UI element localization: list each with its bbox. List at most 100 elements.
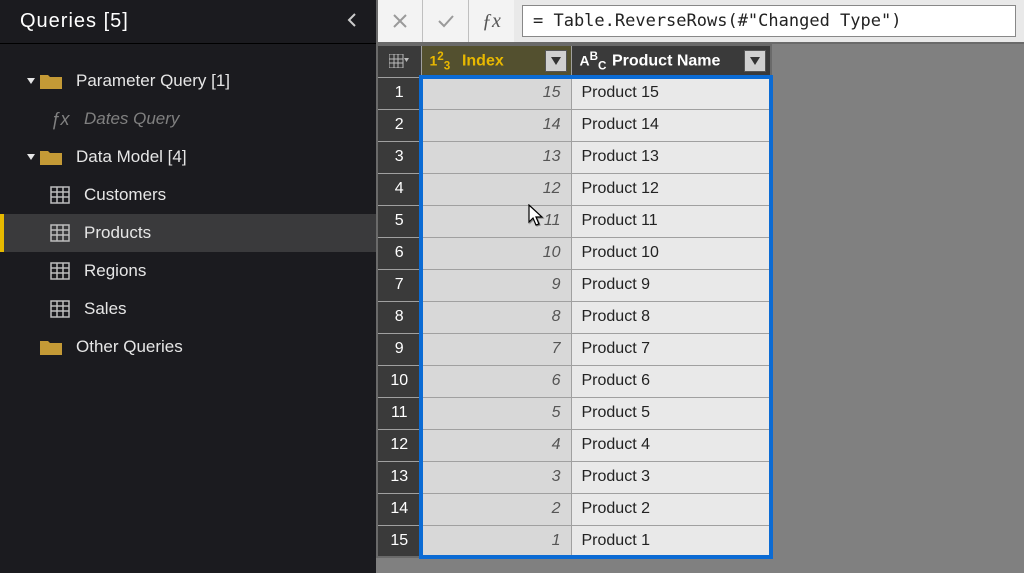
cell-index[interactable]: 2 <box>421 493 571 525</box>
table-icon <box>46 222 74 244</box>
column-filter-button[interactable] <box>545 50 567 72</box>
folder-icon <box>40 71 68 91</box>
column-header-label: Index <box>462 52 504 69</box>
table-row[interactable]: 88Product 8 <box>377 301 771 333</box>
cell-index[interactable]: 4 <box>421 429 571 461</box>
row-number[interactable]: 4 <box>377 173 421 205</box>
fx-button[interactable]: ƒx <box>468 0 514 42</box>
data-table: 123 Index ABC Product Name <box>376 44 772 558</box>
confirm-formula-button[interactable] <box>422 0 468 42</box>
table-row[interactable]: 97Product 7 <box>377 333 771 365</box>
folder-label: Data Model [4] <box>76 147 187 167</box>
formula-bar: ƒx <box>376 0 1024 44</box>
row-number[interactable]: 8 <box>377 301 421 333</box>
cell-index[interactable]: 11 <box>421 205 571 237</box>
folder-icon <box>40 147 68 167</box>
queries-panel: Queries [5] Parameter Query [1] ƒx Dates… <box>0 0 376 573</box>
folder-data-model[interactable]: Data Model [4] <box>0 138 376 176</box>
folder-parameter-query[interactable]: Parameter Query [1] <box>0 62 376 100</box>
cell-index[interactable]: 14 <box>421 109 571 141</box>
query-sales[interactable]: Sales <box>0 290 376 328</box>
cell-product-name[interactable]: Product 13 <box>571 141 771 173</box>
column-header-product-name[interactable]: ABC Product Name <box>571 45 771 77</box>
cell-index[interactable]: 13 <box>421 141 571 173</box>
table-row[interactable]: 133Product 3 <box>377 461 771 493</box>
cell-product-name[interactable]: Product 1 <box>571 525 771 557</box>
query-label: Customers <box>84 185 166 205</box>
folder-icon <box>40 337 68 357</box>
expand-icon[interactable] <box>22 152 40 162</box>
table-row[interactable]: 106Product 6 <box>377 365 771 397</box>
table-area: 123 Index ABC Product Name <box>376 44 1024 573</box>
cell-product-name[interactable]: Product 4 <box>571 429 771 461</box>
table-corner-menu[interactable] <box>377 45 421 77</box>
queries-tree: Parameter Query [1] ƒx Dates Query Data … <box>0 44 376 366</box>
table-icon <box>46 298 74 320</box>
row-number[interactable]: 1 <box>377 77 421 109</box>
cell-product-name[interactable]: Product 5 <box>571 397 771 429</box>
cell-product-name[interactable]: Product 14 <box>571 109 771 141</box>
query-customers[interactable]: Customers <box>0 176 376 214</box>
row-number[interactable]: 15 <box>377 525 421 557</box>
cell-product-name[interactable]: Product 11 <box>571 205 771 237</box>
cell-product-name[interactable]: Product 7 <box>571 333 771 365</box>
row-number[interactable]: 7 <box>377 269 421 301</box>
cell-product-name[interactable]: Product 9 <box>571 269 771 301</box>
query-regions[interactable]: Regions <box>0 252 376 290</box>
table-row[interactable]: 142Product 2 <box>377 493 771 525</box>
row-number[interactable]: 11 <box>377 397 421 429</box>
cell-index[interactable]: 15 <box>421 77 571 109</box>
cell-index[interactable]: 6 <box>421 365 571 397</box>
cell-product-name[interactable]: Product 10 <box>571 237 771 269</box>
cell-index[interactable]: 9 <box>421 269 571 301</box>
query-label: Regions <box>84 261 146 281</box>
table-icon <box>46 184 74 206</box>
cell-index[interactable]: 7 <box>421 333 571 365</box>
queries-panel-header[interactable]: Queries [5] <box>0 0 376 44</box>
cell-product-name[interactable]: Product 12 <box>571 173 771 205</box>
row-number[interactable]: 14 <box>377 493 421 525</box>
table-row[interactable]: 124Product 4 <box>377 429 771 461</box>
row-number[interactable]: 10 <box>377 365 421 397</box>
formula-input[interactable] <box>522 5 1016 37</box>
cell-index[interactable]: 8 <box>421 301 571 333</box>
cancel-formula-button[interactable] <box>376 0 422 42</box>
cell-product-name[interactable]: Product 6 <box>571 365 771 397</box>
row-number[interactable]: 3 <box>377 141 421 173</box>
row-number[interactable]: 5 <box>377 205 421 237</box>
table-row[interactable]: 511Product 11 <box>377 205 771 237</box>
row-number[interactable]: 13 <box>377 461 421 493</box>
table-row[interactable]: 115Product 15 <box>377 77 771 109</box>
cell-index[interactable]: 12 <box>421 173 571 205</box>
expand-icon[interactable] <box>22 76 40 86</box>
query-label: Dates Query <box>84 109 179 129</box>
number-type-icon: 123 <box>430 50 458 72</box>
table-row[interactable]: 151Product 1 <box>377 525 771 557</box>
row-number[interactable]: 9 <box>377 333 421 365</box>
table-row[interactable]: 214Product 14 <box>377 109 771 141</box>
row-number[interactable]: 12 <box>377 429 421 461</box>
table-row[interactable]: 79Product 9 <box>377 269 771 301</box>
cell-product-name[interactable]: Product 8 <box>571 301 771 333</box>
column-header-label: Product Name <box>612 52 720 69</box>
table-row[interactable]: 313Product 13 <box>377 141 771 173</box>
query-label: Sales <box>84 299 127 319</box>
cell-index[interactable]: 1 <box>421 525 571 557</box>
row-number[interactable]: 6 <box>377 237 421 269</box>
table-row[interactable]: 412Product 12 <box>377 173 771 205</box>
cell-index[interactable]: 5 <box>421 397 571 429</box>
cell-index[interactable]: 3 <box>421 461 571 493</box>
cell-product-name[interactable]: Product 3 <box>571 461 771 493</box>
collapse-panel-icon[interactable] <box>346 11 358 32</box>
column-filter-button[interactable] <box>744 50 766 72</box>
column-header-index[interactable]: 123 Index <box>421 45 571 77</box>
table-row[interactable]: 115Product 5 <box>377 397 771 429</box>
cell-product-name[interactable]: Product 2 <box>571 493 771 525</box>
folder-other-queries[interactable]: Other Queries <box>0 328 376 366</box>
table-row[interactable]: 610Product 10 <box>377 237 771 269</box>
cell-product-name[interactable]: Product 15 <box>571 77 771 109</box>
row-number[interactable]: 2 <box>377 109 421 141</box>
cell-index[interactable]: 10 <box>421 237 571 269</box>
query-products[interactable]: Products <box>0 214 376 252</box>
query-dates[interactable]: ƒx Dates Query <box>0 100 376 138</box>
